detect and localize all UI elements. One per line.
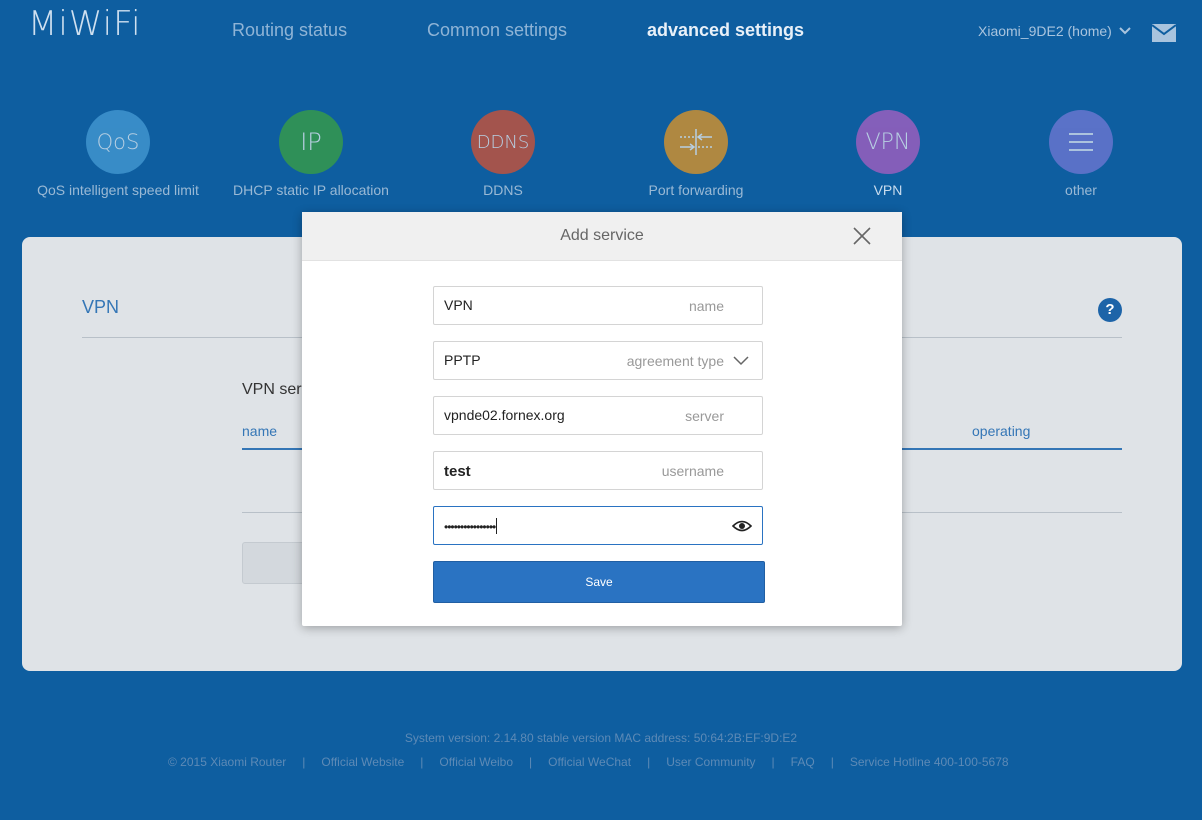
footer-copyright: © 2015 Xiaomi Router: [168, 755, 287, 769]
tile-ddns[interactable]: DDNS DDNS: [403, 110, 603, 198]
tile-port-forwarding-label: Port forwarding: [648, 182, 744, 198]
tile-port-forwarding[interactable]: Port forwarding: [596, 110, 796, 198]
name-hint: name: [688, 298, 724, 314]
close-icon[interactable]: [852, 226, 872, 246]
account-name: Xiaomi_9DE2 (home): [978, 23, 1112, 39]
menu-icon: [1049, 110, 1113, 174]
qos-icon: QoS: [86, 110, 150, 174]
nav-common-settings[interactable]: Common settings: [427, 20, 567, 41]
footer-official-wechat[interactable]: Official WeChat: [548, 755, 631, 769]
server-value: vpnde02.fornex.org: [444, 407, 565, 423]
eye-icon[interactable]: [732, 519, 752, 533]
password-value: ••••••••••••••••: [444, 518, 498, 534]
nav-advanced-settings[interactable]: advanced settings: [647, 20, 804, 41]
username-field[interactable]: test username: [433, 451, 763, 490]
name-value: VPN: [444, 297, 473, 313]
footer-official-website[interactable]: Official Website: [321, 755, 404, 769]
password-field[interactable]: ••••••••••••••••: [433, 506, 763, 545]
server-hint: server: [685, 408, 724, 424]
agreement-type-select[interactable]: PPTP agreement type: [433, 341, 763, 380]
tile-other-label: other: [1065, 182, 1097, 198]
footer-user-community[interactable]: User Community: [666, 755, 755, 769]
tile-vpn[interactable]: VPN VPN: [788, 110, 988, 198]
agreement-type-hint: agreement type: [626, 353, 724, 369]
tile-qos-label: QoS intelligent speed limit: [37, 182, 199, 198]
tile-other[interactable]: other: [981, 110, 1181, 198]
vpn-icon: VPN: [856, 110, 920, 174]
tile-vpn-label: VPN: [873, 182, 903, 198]
miwifi-logo[interactable]: MiWiFi: [28, 4, 142, 44]
ddns-icon: DDNS: [471, 110, 535, 174]
nav-routing-status[interactable]: Routing status: [232, 20, 347, 41]
column-header-operating: operating: [972, 423, 1031, 439]
top-bar: MiWiFi Routing status Common settings ad…: [0, 0, 1202, 70]
chevron-down-icon: [1119, 27, 1131, 35]
name-field[interactable]: VPN name: [433, 286, 763, 325]
save-button[interactable]: Save: [433, 561, 765, 603]
port-forward-icon: [664, 110, 728, 174]
mail-icon[interactable]: [1152, 24, 1176, 42]
dialog-header: Add service: [302, 212, 902, 261]
column-header-name: name: [242, 423, 278, 439]
tile-dhcp-label: DHCP static IP allocation: [233, 182, 389, 198]
footer-faq[interactable]: FAQ: [791, 755, 815, 769]
tile-dhcp-static-ip[interactable]: IP DHCP static IP allocation: [211, 110, 411, 198]
add-service-dialog: Add service VPN name PPTP agreement type…: [302, 212, 902, 626]
dialog-title: Add service: [560, 227, 644, 244]
username-value: test: [444, 463, 471, 480]
help-icon[interactable]: ?: [1098, 298, 1122, 322]
username-hint: username: [661, 463, 724, 479]
agreement-type-value: PPTP: [444, 352, 481, 368]
ip-icon: IP: [279, 110, 343, 174]
footer-service-hotline: Service Hotline 400-100-5678: [849, 755, 1009, 769]
system-version: System version: 2.14.80 stable version M…: [404, 731, 798, 745]
tile-qos[interactable]: QoS QoS intelligent speed limit: [18, 110, 218, 198]
account-menu[interactable]: Xiaomi_9DE2 (home): [978, 23, 1132, 39]
footer-links: © 2015 Xiaomi Router | Official Website | Of…: [168, 755, 1009, 769]
panel-title: VPN: [82, 297, 120, 317]
footer-official-weibo[interactable]: Official Weibo: [439, 755, 513, 769]
server-field[interactable]: vpnde02.fornex.org server: [433, 396, 763, 435]
vpn-server-heading: VPN ser: [242, 381, 302, 398]
tile-ddns-label: DDNS: [483, 182, 523, 198]
chevron-down-icon: [733, 356, 749, 366]
